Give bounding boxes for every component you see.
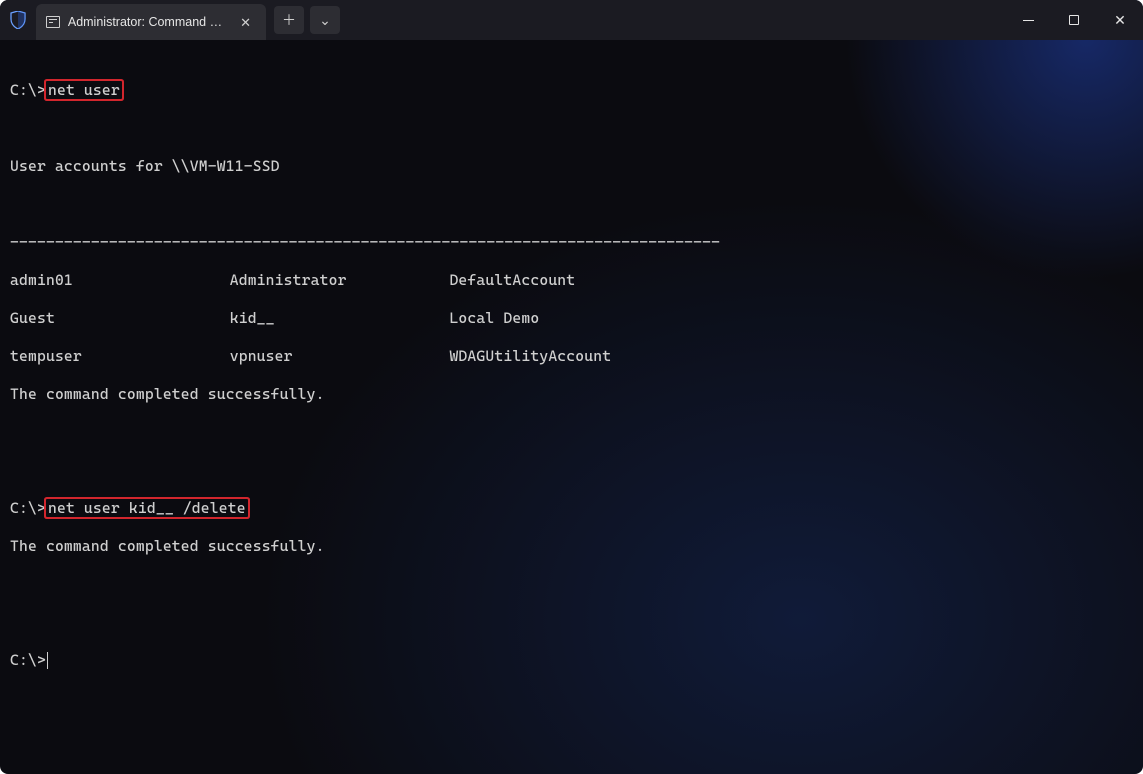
uac-shield-icon <box>0 0 36 40</box>
cmd-icon <box>46 16 60 28</box>
cmd-net-user: net user <box>46 81 122 99</box>
success-msg-2: The command completed successfully. <box>10 537 1133 556</box>
separator: ----------------------------------------… <box>10 233 1133 252</box>
title-bar[interactable]: Administrator: Command Pro ✕ ＋ ⌄ ✕ <box>0 0 1143 40</box>
accounts-header: User accounts for \\VM-W11-SSD <box>10 157 1133 176</box>
minimize-icon <box>1023 20 1034 21</box>
window-close-button[interactable]: ✕ <box>1097 0 1143 40</box>
tab-dropdown-button[interactable]: ⌄ <box>310 6 340 34</box>
maximize-button[interactable] <box>1051 0 1097 40</box>
terminal-output[interactable]: C:\>net user User accounts for \\VM-W11-… <box>0 40 1143 774</box>
tab-cmd-admin[interactable]: Administrator: Command Pro ✕ <box>36 4 266 40</box>
prompt: C:\> <box>10 499 46 517</box>
tab-close-button[interactable]: ✕ <box>235 13 256 32</box>
prompt: C:\> <box>10 81 46 99</box>
close-icon: ✕ <box>1114 13 1126 27</box>
new-tab-button[interactable]: ＋ <box>274 6 304 34</box>
terminal-window: Administrator: Command Pro ✕ ＋ ⌄ ✕ C:\>n… <box>0 0 1143 774</box>
tab-title: Administrator: Command Pro <box>68 15 227 29</box>
titlebar-drag-region[interactable] <box>348 0 1005 40</box>
cmd-net-user-delete: net user kid__ /delete <box>46 499 248 517</box>
maximize-icon <box>1069 15 1079 25</box>
user-row-1: admin01AdministratorDefaultAccount <box>10 271 1133 290</box>
text-cursor <box>47 652 48 669</box>
window-controls: ✕ <box>1005 0 1143 40</box>
success-msg-1: The command completed successfully. <box>10 385 1133 404</box>
prompt: C:\> <box>10 651 46 669</box>
minimize-button[interactable] <box>1005 0 1051 40</box>
tab-actions: ＋ ⌄ <box>266 0 348 40</box>
user-row-2: Guestkid__Local Demo <box>10 309 1133 328</box>
user-row-3: tempuservpnuserWDAGUtilityAccount <box>10 347 1133 366</box>
